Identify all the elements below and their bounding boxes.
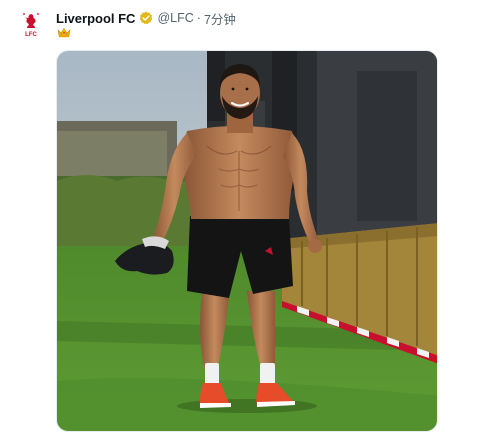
tweet-header: Liverpool FC @LFC · 7分钟 [56,9,236,27]
gold-verified-badge-icon[interactable] [139,11,153,25]
user-handle[interactable]: @LFC [157,11,193,25]
meta-separator: · [196,11,201,25]
crown-emoji-icon [57,27,71,38]
display-name[interactable]: Liverpool FC [56,11,135,26]
tweet[interactable]: LFC Liverpool FC @LFC · 7分钟 [0,0,500,440]
post-timestamp[interactable]: 7分钟 [204,9,236,28]
tweet-photo[interactable] [56,50,438,432]
liverbird-crest-icon[interactable]: LFC [18,11,44,39]
svg-text:LFC: LFC [25,32,37,38]
tweet-text [57,27,71,41]
player-training-photo [57,51,437,431]
